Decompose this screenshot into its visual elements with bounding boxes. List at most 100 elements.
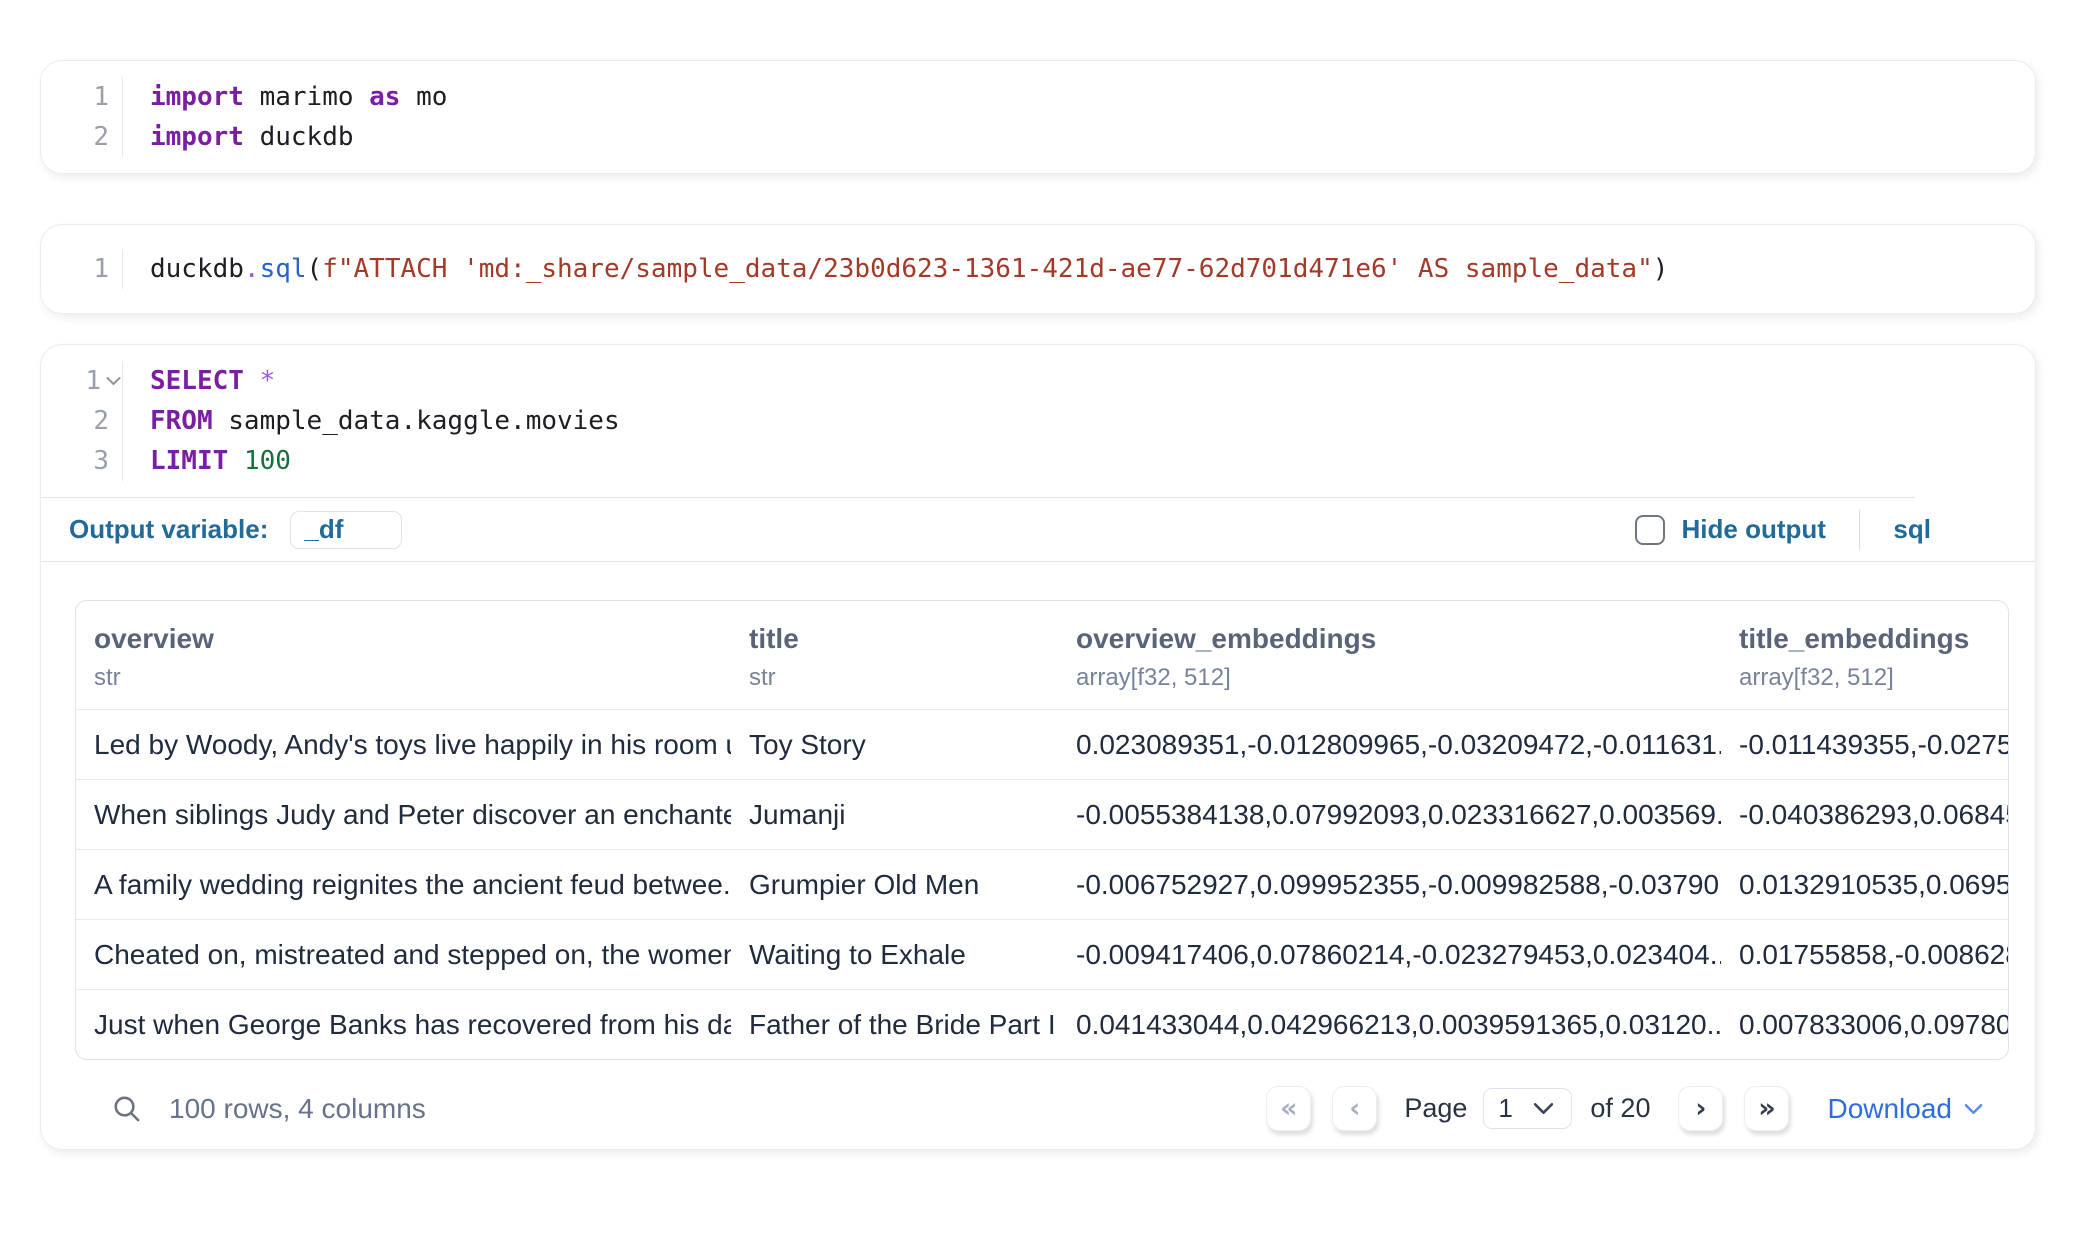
fold-chevron-icon[interactable] bbox=[106, 376, 121, 386]
code-token: . bbox=[244, 254, 260, 284]
code-line: LIMIT 100 bbox=[150, 441, 620, 481]
table-body: Led by Woody, Andy's toys live happily i… bbox=[76, 709, 2008, 1059]
chevron-down-icon bbox=[1533, 1102, 1554, 1115]
code-editor[interactable]: 1 duckdb.sql(f"ATTACH 'md:_share/sample_… bbox=[41, 249, 2035, 289]
code-token: * bbox=[260, 366, 276, 396]
output-variable-input[interactable] bbox=[290, 511, 402, 549]
table-cell: 0.01755858,-0.0086286 bbox=[1721, 920, 2008, 989]
column-header-title_embeddings[interactable]: title_embeddingsarray[f32, 512] bbox=[1721, 601, 2008, 709]
column-name: overview_embeddings bbox=[1076, 623, 1703, 655]
table-cell: Just when George Banks has recovered fro… bbox=[76, 990, 731, 1059]
code-lines[interactable]: import marimo as moimport duckdb bbox=[123, 77, 447, 157]
previous-page-icon: ‹ bbox=[1349, 1093, 1360, 1124]
row-count-summary: 100 rows, 4 columns bbox=[169, 1093, 426, 1125]
table-header-row: overview str title str overview_embeddingsar… bbox=[76, 601, 2008, 709]
hide-output-label: Hide output bbox=[1682, 514, 1826, 545]
notebook-cell-attach: 1 duckdb.sql(f"ATTACH 'md:_share/sample_… bbox=[40, 224, 2036, 314]
column-type: str bbox=[749, 664, 1040, 692]
line-number: 3 bbox=[41, 441, 122, 481]
code-line: duckdb.sql(f"ATTACH 'md:_share/sample_da… bbox=[150, 249, 1668, 289]
table-cell: A family wedding reignites the ancient f… bbox=[76, 850, 731, 919]
cell-output: overview str title str overview_embeddingsar… bbox=[41, 562, 2035, 1149]
table-row[interactable]: A family wedding reignites the ancient f… bbox=[76, 849, 2008, 919]
table-cell: Father of the Bride Part II bbox=[731, 990, 1058, 1059]
column-type: str bbox=[94, 664, 713, 692]
table-cell: -0.040386293,0.068451 bbox=[1721, 780, 2008, 849]
line-number-gutter: 12 bbox=[41, 77, 123, 157]
code-editor[interactable]: 123 SELECT * FROM sample_data.kaggle.movi… bbox=[41, 361, 2035, 497]
table-cell: Led by Woody, Andy's toys live happily i… bbox=[76, 710, 731, 779]
toolbar-divider bbox=[1859, 510, 1861, 550]
code-token: 100 bbox=[244, 446, 291, 476]
page-label: Page bbox=[1404, 1093, 1467, 1124]
language-badge[interactable]: sql bbox=[1893, 514, 1931, 545]
last-page-icon: » bbox=[1758, 1093, 1775, 1124]
table-cell: Grumpier Old Men bbox=[731, 850, 1058, 919]
column-header-overview[interactable]: overview str bbox=[76, 601, 731, 709]
column-name: title bbox=[749, 623, 1040, 655]
search-icon[interactable] bbox=[111, 1093, 142, 1124]
page-total-label: of 20 bbox=[1590, 1093, 1650, 1124]
code-lines[interactable]: duckdb.sql(f"ATTACH 'md:_share/sample_da… bbox=[123, 249, 1668, 289]
next-page-icon: › bbox=[1695, 1093, 1706, 1124]
sql-cell-toolbar: Output variable: Hide output sql bbox=[41, 498, 2035, 562]
last-page-button[interactable]: » bbox=[1744, 1086, 1789, 1131]
notebook-cell-imports: 12 import marimo as moimport duckdb bbox=[40, 60, 2036, 174]
code-token bbox=[228, 446, 244, 476]
code-token: f"ATTACH 'md:_share/sample_data/23b0d623… bbox=[322, 254, 1653, 284]
column-name: overview bbox=[94, 623, 713, 655]
output-variable-label: Output variable: bbox=[69, 514, 268, 545]
code-token: import bbox=[150, 82, 244, 112]
table-row[interactable]: Led by Woody, Andy's toys live happily i… bbox=[76, 709, 2008, 779]
table-cell: Jumanji bbox=[731, 780, 1058, 849]
code-token: SELECT bbox=[150, 366, 244, 396]
code-token: ) bbox=[1653, 254, 1669, 284]
table-cell: -0.0055384138,0.07992093,0.023316627,0.0… bbox=[1058, 780, 1721, 849]
table-cell: 0.0132910535,0.06958 bbox=[1721, 850, 2008, 919]
code-token: import bbox=[150, 122, 244, 152]
table-cell: When siblings Judy and Peter discover an… bbox=[76, 780, 731, 849]
table-cell: -0.011439355,-0.02752 bbox=[1721, 710, 2008, 779]
table-row[interactable]: When siblings Judy and Peter discover an… bbox=[76, 779, 2008, 849]
first-page-button[interactable]: « bbox=[1266, 1086, 1311, 1131]
table-cell: Cheated on, mistreated and stepped on, t… bbox=[76, 920, 731, 989]
next-page-button[interactable]: › bbox=[1678, 1086, 1723, 1131]
line-number-gutter: 1 bbox=[41, 249, 123, 289]
code-token: sample_data.kaggle.movies bbox=[213, 406, 620, 436]
download-label: Download bbox=[1827, 1093, 1952, 1125]
line-number: 1 bbox=[41, 249, 122, 289]
column-type: array[f32, 512] bbox=[1076, 664, 1703, 692]
table-cell: 0.041433044,0.042966213,0.0039591365,0.0… bbox=[1058, 990, 1721, 1059]
table-cell: Toy Story bbox=[731, 710, 1058, 779]
code-token: mo bbox=[400, 82, 447, 112]
table-row[interactable]: Cheated on, mistreated and stepped on, t… bbox=[76, 919, 2008, 989]
code-token: duckdb bbox=[244, 122, 354, 152]
table-footer: 100 rows, 4 columns « ‹ Page 1 of 20 › »… bbox=[75, 1060, 2009, 1141]
table-cell: 0.023089351,-0.012809965,-0.03209472,-0.… bbox=[1058, 710, 1721, 779]
code-editor[interactable]: 12 import marimo as moimport duckdb bbox=[41, 77, 2035, 157]
code-lines[interactable]: SELECT * FROM sample_data.kaggle.movies LI… bbox=[123, 361, 620, 481]
table-row[interactable]: Just when George Banks has recovered fro… bbox=[76, 989, 2008, 1059]
hide-output-checkbox[interactable] bbox=[1635, 515, 1665, 545]
download-menu[interactable]: Download bbox=[1827, 1093, 1983, 1125]
code-line: import duckdb bbox=[150, 117, 447, 157]
table-cell: -0.006752927,0.099952355,-0.009982588,-0… bbox=[1058, 850, 1721, 919]
line-number-gutter: 123 bbox=[41, 361, 123, 481]
code-token: ( bbox=[307, 254, 323, 284]
code-token: LIMIT bbox=[150, 446, 228, 476]
previous-page-button[interactable]: ‹ bbox=[1332, 1086, 1377, 1131]
code-token: sql bbox=[260, 254, 307, 284]
code-token: marimo bbox=[244, 82, 369, 112]
code-line: SELECT * bbox=[150, 361, 620, 401]
column-header-title[interactable]: title str bbox=[731, 601, 1058, 709]
table-cell: -0.009417406,0.07860214,-0.023279453,0.0… bbox=[1058, 920, 1721, 989]
page-number-select[interactable]: 1 bbox=[1483, 1088, 1572, 1129]
column-header-overview_embeddings[interactable]: overview_embeddings array[f32, 512] bbox=[1058, 601, 1721, 709]
table-cell: Waiting to Exhale bbox=[731, 920, 1058, 989]
page-number-value: 1 bbox=[1498, 1093, 1512, 1124]
column-type: array[f32, 512] bbox=[1739, 664, 1990, 692]
line-number: 1 bbox=[41, 77, 122, 117]
code-token: FROM bbox=[150, 406, 213, 436]
code-token: duckdb bbox=[150, 254, 244, 284]
line-number: 2 bbox=[41, 401, 122, 441]
